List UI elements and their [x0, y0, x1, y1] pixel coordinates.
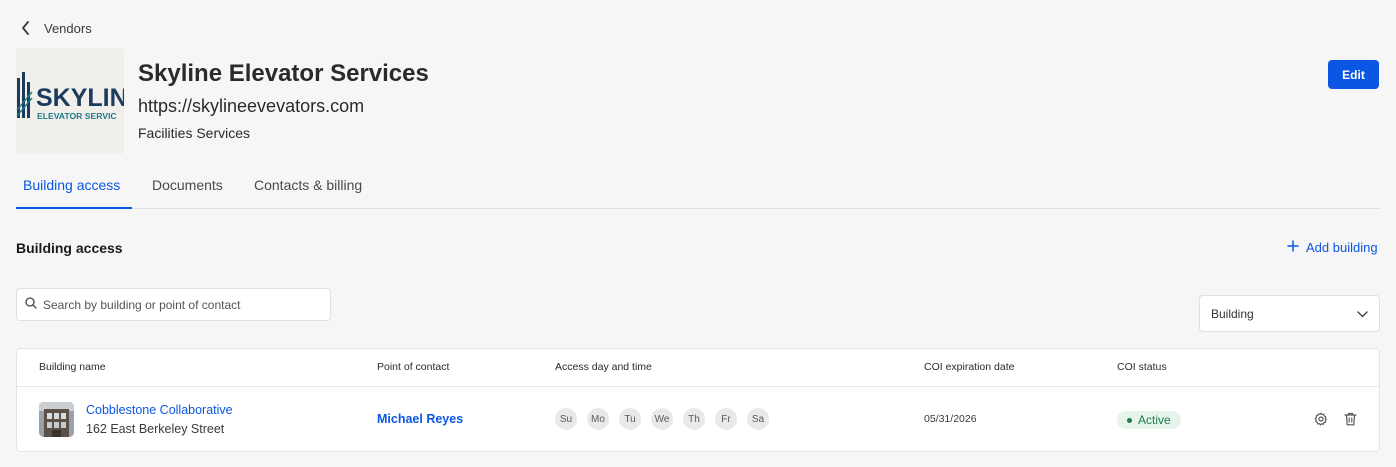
- point-of-contact-link[interactable]: Michael Reyes: [377, 412, 463, 426]
- tab-bar: Building access Documents Contacts & bil…: [16, 168, 1380, 209]
- building-thumbnail: [39, 402, 74, 437]
- trash-icon[interactable]: [1342, 411, 1358, 427]
- building-access-table: Building name Point of contact Access da…: [16, 348, 1380, 452]
- day-chip-sunday: Su: [555, 408, 577, 430]
- table-header: Building name Point of contact Access da…: [17, 349, 1379, 387]
- back-to-vendors-link[interactable]: Vendors: [18, 18, 92, 38]
- filter-selected-value: Building: [1211, 306, 1254, 321]
- building-address: 162 East Berkeley Street: [86, 422, 225, 436]
- search-input[interactable]: [43, 297, 323, 312]
- add-building-button[interactable]: Add building: [1287, 240, 1378, 255]
- add-building-label: Add building: [1306, 240, 1378, 255]
- column-header-point-of-contact: Point of contact: [377, 361, 450, 373]
- gear-icon[interactable]: [1313, 411, 1329, 427]
- column-header-coi-expiration: COI expiration date: [924, 361, 1015, 373]
- tab-contacts-billing[interactable]: Contacts & billing: [254, 168, 362, 208]
- tab-building-access[interactable]: Building access: [16, 168, 132, 209]
- access-days: Su Mo Tu We Th Fr Sa: [555, 408, 769, 430]
- logo-subtitle: ELEVATOR SERVIC: [37, 111, 117, 121]
- vendor-category: Facilities Services: [138, 125, 251, 141]
- vendor-url: https://skylineevevators.com: [138, 96, 365, 116]
- search-box: [16, 288, 331, 321]
- status-badge: Active: [1117, 411, 1181, 429]
- edit-button[interactable]: Edit: [1328, 60, 1379, 89]
- coi-expiration-date: 05/31/2026: [924, 413, 977, 425]
- day-chip-wednesday: We: [651, 408, 673, 430]
- breadcrumb-label: Vendors: [44, 20, 92, 36]
- search-icon: [25, 296, 37, 314]
- building-name-link[interactable]: Cobblestone Collaborative: [86, 403, 233, 417]
- column-header-access-day-time: Access day and time: [555, 361, 652, 373]
- column-header-building-name: Building name: [39, 361, 106, 373]
- day-chip-monday: Mo: [587, 408, 609, 430]
- building-filter-select[interactable]: Building: [1199, 295, 1380, 332]
- tab-documents[interactable]: Documents: [152, 168, 223, 208]
- day-chip-thursday: Th: [683, 408, 705, 430]
- column-header-coi-status: COI status: [1117, 361, 1167, 373]
- table-row[interactable]: Cobblestone Collaborative 162 East Berke…: [17, 387, 1379, 452]
- logo-wordmark: SKYLIN: [36, 84, 124, 112]
- vendor-logo: SKYLIN ELEVATOR SERVIC: [16, 48, 124, 154]
- status-dot-icon: [1127, 417, 1132, 423]
- day-chip-friday: Fr: [715, 408, 737, 430]
- chevron-left-icon: [18, 18, 32, 38]
- status-badge-label: Active: [1138, 413, 1171, 427]
- plus-icon: [1287, 240, 1299, 255]
- day-chip-saturday: Sa: [747, 408, 769, 430]
- day-chip-tuesday: Tu: [619, 408, 641, 430]
- section-title: Building access: [16, 240, 123, 256]
- chevron-down-icon: [1357, 307, 1368, 321]
- vendor-name: Skyline Elevator Services: [138, 60, 429, 87]
